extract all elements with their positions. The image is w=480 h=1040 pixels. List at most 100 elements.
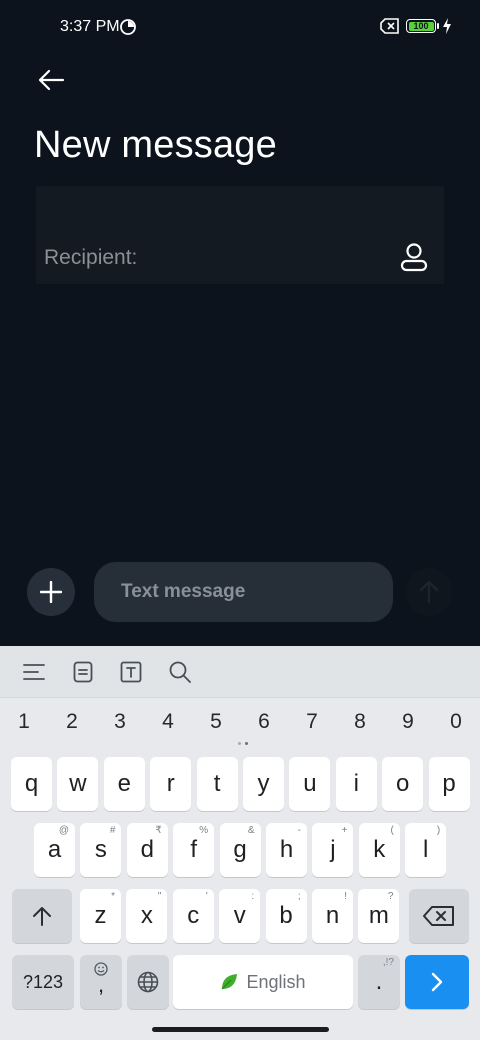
language-key[interactable]: [127, 955, 169, 1009]
key[interactable]: @ a: [34, 823, 75, 877]
comma-label: ,: [97, 972, 105, 997]
key-label: y: [257, 770, 270, 797]
number-key[interactable]: 3: [100, 710, 140, 734]
plus-icon: [40, 581, 62, 603]
enter-key[interactable]: [405, 955, 469, 1009]
key[interactable]: # s: [80, 823, 122, 877]
page-dots: [238, 742, 252, 746]
key[interactable]: p: [428, 757, 470, 811]
battery-tip: [437, 23, 439, 29]
key-label: x: [140, 902, 153, 929]
backspace-icon: [423, 906, 454, 926]
key[interactable]: ) l: [405, 823, 447, 877]
home-indicator[interactable]: [152, 1027, 329, 1032]
number-key[interactable]: 5: [196, 710, 236, 734]
key[interactable]: -h: [266, 823, 307, 877]
key[interactable]: * z: [80, 889, 121, 943]
clipboard-icon[interactable]: [69, 658, 97, 686]
key[interactable]: o: [382, 757, 424, 811]
number-key[interactable]: 0: [436, 710, 476, 734]
key-label: p: [442, 770, 456, 797]
key-hint: ": [157, 891, 162, 902]
key-hint: ₹: [155, 825, 162, 836]
key-label: h: [279, 836, 294, 863]
send-button[interactable]: [406, 568, 452, 616]
lightning-icon: [443, 18, 451, 34]
key-label: e: [117, 770, 131, 797]
key[interactable]: q: [11, 757, 52, 811]
key-label: o: [396, 770, 410, 797]
back-button[interactable]: [30, 62, 72, 98]
number-key[interactable]: 9: [388, 710, 428, 734]
message-field[interactable]: [94, 562, 393, 622]
leaf-icon: [222, 974, 238, 990]
key-label: t: [213, 770, 221, 797]
text-box-icon[interactable]: [117, 658, 145, 686]
key-label: k: [373, 836, 386, 863]
comma-key[interactable]: ,: [80, 955, 122, 1009]
key[interactable]: e: [103, 757, 145, 811]
message-input[interactable]: [121, 578, 381, 606]
attach-button[interactable]: [27, 568, 75, 616]
key[interactable]: ; b: [265, 889, 307, 943]
number-key[interactable]: 2: [52, 710, 92, 734]
key-hint: -: [297, 825, 301, 836]
key[interactable]: ₹ d: [126, 823, 168, 877]
menu-lines-icon[interactable]: [20, 658, 48, 686]
key-label: i: [353, 770, 359, 797]
key[interactable]: i: [335, 757, 377, 811]
space-key[interactable]: English: [173, 955, 353, 1009]
keyboard: 1234567890 qwertyuiop @ a # s ₹ d% f & g - h + j(k) l…: [0, 646, 480, 1040]
shift-key[interactable]: [12, 889, 72, 943]
key-label: w: [69, 770, 87, 797]
number-key[interactable]: 7: [292, 710, 332, 734]
key[interactable]: u: [289, 757, 331, 811]
number-key[interactable]: 6: [244, 710, 284, 734]
key[interactable]: r: [150, 757, 192, 811]
key[interactable]: & g: [219, 823, 261, 877]
key-hint: (: [390, 825, 394, 836]
key[interactable]: :v: [219, 889, 261, 943]
key[interactable]: + j: [312, 823, 354, 877]
key-hint: +: [341, 825, 348, 836]
number-key[interactable]: 8: [340, 710, 380, 734]
battery-indicator: 100: [406, 19, 439, 33]
key[interactable]: (k: [358, 823, 400, 877]
key[interactable]: t: [196, 757, 238, 811]
key-hint: *: [111, 891, 115, 902]
contact-picker-button[interactable]: [398, 240, 430, 274]
key-hint: %: [199, 825, 209, 836]
recipient-field[interactable]: [36, 186, 444, 284]
key-label: a: [47, 836, 62, 863]
space-label-group: English: [220, 971, 306, 993]
period-key[interactable]: ,!? .: [358, 955, 400, 1009]
key-hint: ;: [297, 891, 301, 902]
key[interactable]: % f: [173, 823, 215, 877]
recipient-input[interactable]: [44, 244, 384, 272]
period-label: .: [375, 968, 383, 995]
arrow-left-icon: [38, 69, 65, 91]
key[interactable]: ' c: [172, 889, 214, 943]
status-indicators: 100: [380, 18, 452, 34]
symbols-key[interactable]: ?123: [12, 955, 74, 1009]
key[interactable]: y: [243, 757, 284, 811]
key-label: z: [94, 902, 107, 929]
search-icon[interactable]: [166, 658, 194, 686]
globe-icon: [137, 971, 159, 993]
key[interactable]: ? m: [358, 889, 400, 943]
key-label: j: [330, 836, 336, 863]
key-hint: !: [344, 891, 347, 902]
number-key[interactable]: 1: [4, 710, 44, 734]
person-icon: [400, 243, 428, 272]
symbols-label: ?123: [22, 971, 64, 992]
key-label: s: [94, 836, 107, 863]
messaging-screen: 3:37 PM 100 New message: [0, 0, 480, 646]
key[interactable]: " x: [126, 889, 168, 943]
space-language-label: English: [246, 971, 306, 992]
key-hint: ': [205, 891, 208, 902]
number-key[interactable]: 4: [148, 710, 188, 734]
key-label: g: [233, 836, 247, 863]
key[interactable]: w: [57, 757, 99, 811]
backspace-key[interactable]: [409, 889, 469, 943]
key[interactable]: ! n: [312, 889, 353, 943]
